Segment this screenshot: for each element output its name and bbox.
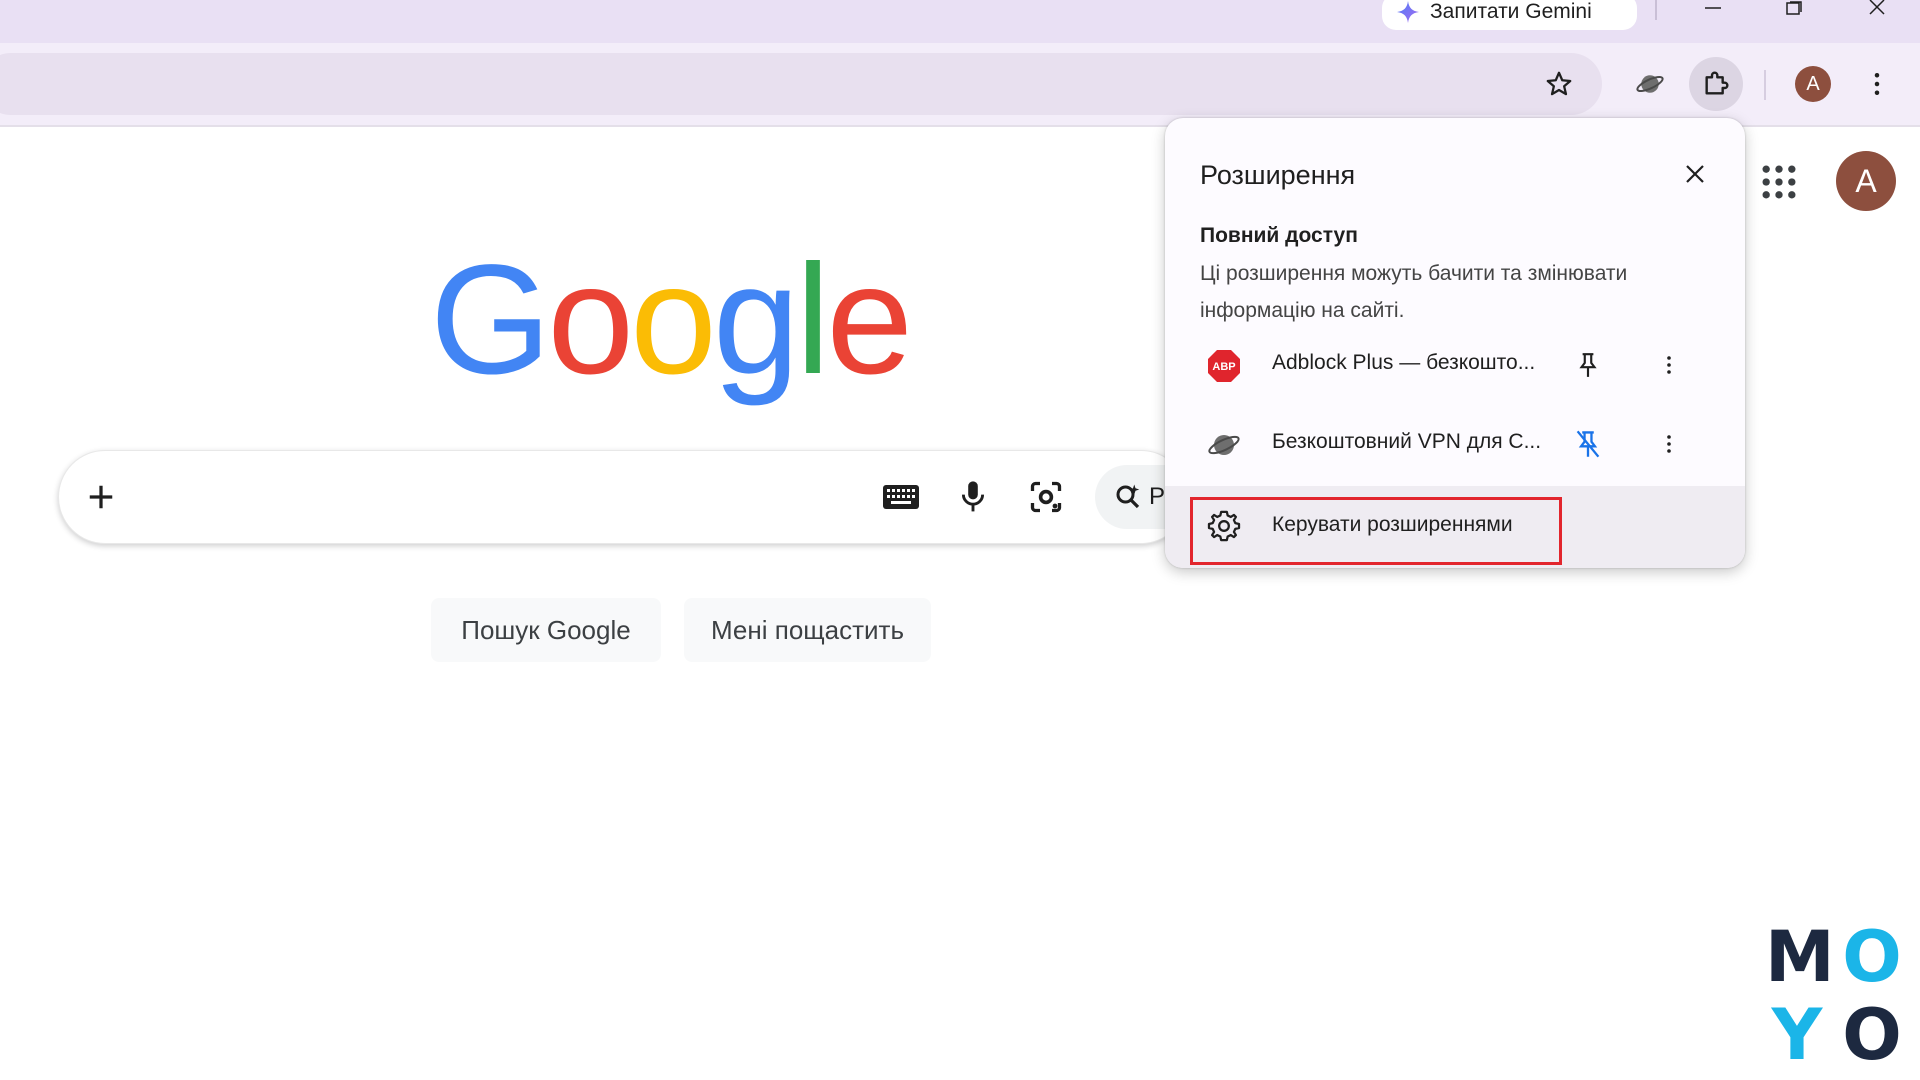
kebab-menu-icon xyxy=(1874,73,1880,95)
toolbar-divider xyxy=(1764,70,1766,100)
planet-icon xyxy=(1208,435,1240,455)
google-account-avatar[interactable]: A xyxy=(1836,151,1896,211)
restore-icon xyxy=(1786,1,1802,15)
puzzle-icon xyxy=(1705,71,1729,95)
extension-item-vpn[interactable]: Безкоштовний VPN для C... xyxy=(1165,407,1745,483)
google-logo: Google xyxy=(430,225,930,415)
microphone-icon xyxy=(961,481,985,512)
pin-icon xyxy=(1579,353,1597,377)
close-icon xyxy=(1686,165,1704,183)
bookmark-star-button[interactable] xyxy=(1532,57,1586,111)
extension-item-adblock[interactable]: ABP Adblock Plus — безкошто... xyxy=(1165,328,1745,404)
logo-letter: o xyxy=(547,233,634,407)
logo-letter: e xyxy=(826,233,913,407)
manage-extensions-row[interactable]: Керувати розширеннями xyxy=(1165,486,1745,568)
feeling-lucky-button[interactable]: Мені пощастить xyxy=(684,598,931,662)
address-bar[interactable] xyxy=(0,53,1602,115)
close-window-button[interactable] xyxy=(1857,0,1897,20)
logo-letter: o xyxy=(630,233,717,407)
extensions-popup: Розширення Повний доступ Ці розширення м… xyxy=(1165,118,1745,568)
ask-gemini-label: Запитати Gemini xyxy=(1430,0,1592,23)
add-button[interactable] xyxy=(79,475,123,519)
extension-menu-button[interactable] xyxy=(1651,347,1687,383)
lens-search-button[interactable] xyxy=(1024,475,1068,519)
section-title: Повний доступ xyxy=(1200,224,1358,247)
logo-letter: G xyxy=(430,233,551,407)
apps-grid-icon xyxy=(1762,165,1796,199)
extension-menu-button[interactable] xyxy=(1651,426,1687,462)
ai-mode-label: Р xyxy=(1149,483,1166,510)
logo-letter: g xyxy=(712,233,800,407)
planet-icon xyxy=(1636,75,1664,93)
logo-letter: l xyxy=(795,233,831,407)
browser-toolbar: A xyxy=(0,43,1920,125)
abp-icon: ABP xyxy=(1208,350,1240,382)
moyo-watermark-logo: M O Y O xyxy=(1765,916,1905,1076)
google-search-button[interactable]: Пошук Google xyxy=(431,598,661,662)
minimize-icon xyxy=(1705,7,1721,9)
star-icon xyxy=(1546,71,1572,96)
ai-search-icon xyxy=(1116,484,1140,509)
title-separator xyxy=(1655,0,1657,20)
popup-title: Розширення xyxy=(1200,160,1356,190)
pin-slash-icon xyxy=(1576,430,1600,458)
profile-button[interactable]: A xyxy=(1786,57,1840,111)
plus-icon xyxy=(89,485,113,509)
abp-icon-text: ABP xyxy=(1212,361,1235,373)
keyboard-icon xyxy=(883,485,919,509)
ask-gemini-button[interactable]: Запитати Gemini xyxy=(1382,0,1637,30)
popup-close-button[interactable] xyxy=(1677,156,1713,192)
unpin-button[interactable] xyxy=(1570,426,1606,462)
extension-name: Безкоштовний VPN для C... xyxy=(1272,430,1542,453)
camera-lens-icon xyxy=(1030,481,1062,513)
kebab-menu-icon xyxy=(1667,435,1671,453)
watermark-letter: M xyxy=(1765,916,1835,998)
title-bar: Запитати Gemini xyxy=(0,0,1920,43)
section-description: Ці розширення можуть бачити та змінювати… xyxy=(1200,262,1628,322)
kebab-menu-icon xyxy=(1667,356,1671,374)
close-icon xyxy=(1869,0,1885,15)
voice-search-button[interactable] xyxy=(951,475,995,519)
highlight-frame xyxy=(1190,497,1562,565)
search-box[interactable] xyxy=(58,450,1188,544)
extension-name: Adblock Plus — безкошто... xyxy=(1272,351,1536,374)
extensions-button[interactable] xyxy=(1689,57,1743,111)
virtual-keyboard-button[interactable] xyxy=(879,475,923,519)
google-apps-button[interactable] xyxy=(1757,160,1801,204)
watermark-letter: O xyxy=(1842,916,1902,998)
watermark-letter: Y xyxy=(1771,994,1823,1076)
gemini-icon xyxy=(1397,1,1419,23)
minimize-button[interactable] xyxy=(1693,0,1733,20)
pin-button[interactable] xyxy=(1570,347,1606,383)
avatar: A xyxy=(1795,66,1831,102)
vpn-extension-button[interactable] xyxy=(1623,57,1677,111)
restore-button[interactable] xyxy=(1774,0,1814,20)
browser-menu-button[interactable] xyxy=(1850,57,1904,111)
watermark-letter: O xyxy=(1842,994,1902,1076)
